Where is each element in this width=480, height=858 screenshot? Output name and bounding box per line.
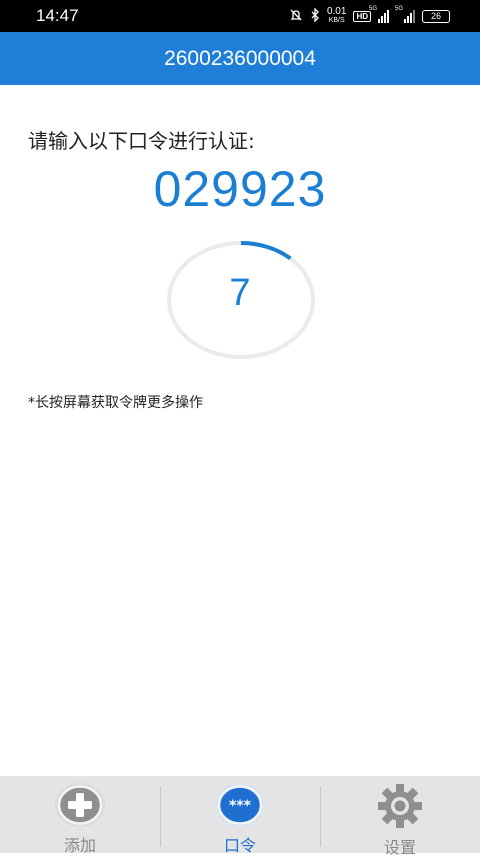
- net-speed: 0.01 KB/S: [326, 6, 347, 25]
- tab-settings-label: 设置: [383, 838, 416, 857]
- tab-add[interactable]: 添加: [0, 776, 160, 855]
- hd-badge: HD: [353, 10, 371, 22]
- countdown-value: 7: [229, 272, 251, 314]
- bluetooth-icon: [310, 6, 320, 25]
- gear-icon: [374, 782, 426, 830]
- signal-icon-2: 5G: [395, 6, 415, 23]
- auth-prompt: 请输入以下口令进行认证:: [28, 129, 255, 153]
- bottom-tab-bar: 添加 *** 口令 设置: [0, 776, 480, 857]
- mute-icon: [289, 8, 303, 25]
- tab-settings[interactable]: 设置: [320, 776, 480, 857]
- password-icon: ***: [214, 782, 266, 828]
- status-icons: 0.01 KB/S HD 5G 5G 26: [289, 5, 450, 27]
- svg-text:***: ***: [229, 798, 252, 814]
- header-title: 2600236000004: [0, 32, 480, 85]
- otp-code[interactable]: 029923: [0, 160, 480, 218]
- status-bar: 14:47 0.01 KB/S HD 5G 5G 26: [0, 0, 480, 32]
- countdown-progress-arc: [240, 241, 292, 261]
- hint-text: *长按屏幕获取令牌更多操作: [28, 395, 203, 411]
- tab-add-label: 添加: [63, 836, 96, 855]
- signal-icon-1: 5G: [369, 6, 389, 23]
- tab-password-label: 口令: [223, 836, 256, 855]
- plus-icon: [54, 782, 106, 828]
- status-time: 14:47: [36, 6, 79, 25]
- battery-icon: 26: [422, 9, 450, 23]
- tab-password[interactable]: *** 口令: [160, 776, 320, 855]
